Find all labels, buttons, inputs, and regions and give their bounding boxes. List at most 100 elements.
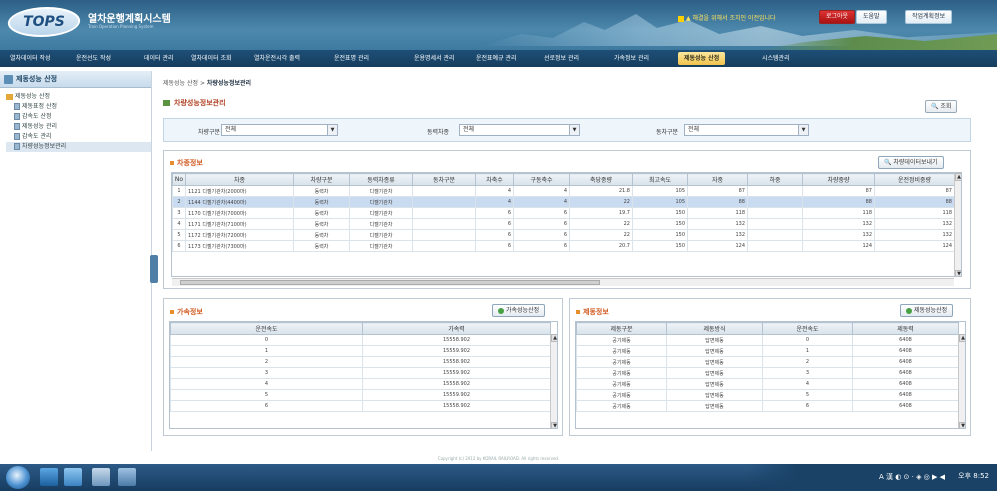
app-taskbar-icon[interactable]: [118, 468, 136, 486]
column-header[interactable]: 차축수: [475, 173, 514, 186]
sidebar-collapse-handle[interactable]: [150, 255, 158, 283]
table-row[interactable]: 0 15558.902: [170, 334, 551, 346]
column-header[interactable]: 운전속도: [170, 322, 363, 335]
sidebar-title: 제동성능 산정: [16, 75, 58, 83]
start-button[interactable]: [6, 466, 30, 489]
table-cell: 1171 디젤기관차(7100마): [185, 218, 294, 230]
table-row[interactable]: 1 15559.902: [170, 345, 551, 357]
table-cell: 4: [475, 185, 514, 197]
power-type-select[interactable]: 전체 ▼: [459, 124, 580, 136]
nav-item[interactable]: 데이터 관리: [138, 52, 180, 65]
table-row[interactable]: 2 1144 디젤기관차(4400마) 동력차 디젤기관차 4 4 22 105 88 88 88: [172, 196, 955, 208]
tree-item[interactable]: 제동성능 산정: [6, 92, 151, 102]
bullet-icon: [170, 161, 174, 165]
workplan-button[interactable]: 작업계획정보: [905, 10, 953, 24]
help-button[interactable]: 도움말: [856, 10, 887, 24]
nav-item[interactable]: 운전표명 관리: [328, 52, 375, 65]
table-row[interactable]: 공기제동 답면제동 1 6408: [576, 345, 959, 357]
tree-item[interactable]: 감속도 산정: [6, 112, 151, 122]
explorer-icon[interactable]: [64, 468, 82, 486]
table-row[interactable]: 공기제동 답면제동 0 6408: [576, 334, 959, 346]
scroll-down-icon[interactable]: ▼: [955, 270, 961, 276]
nav-item[interactable]: 운전선도 작성: [70, 52, 117, 65]
column-header[interactable]: 제동방식: [666, 322, 763, 335]
column-header[interactable]: 차량중량: [802, 173, 875, 186]
vehicle-type-select[interactable]: 전체 ▼: [221, 124, 338, 136]
vehicle-vscrollbar[interactable]: ▲ ▼: [954, 173, 961, 276]
scroll-down-icon[interactable]: ▼: [551, 422, 557, 428]
window-icon[interactable]: [92, 468, 110, 486]
tree-item[interactable]: 제동성능 관리: [6, 122, 151, 132]
vehicle-export-button[interactable]: 🔍 차량데이터보내기: [878, 156, 944, 169]
nav-item[interactable]: 가속정보 관리: [608, 52, 655, 65]
document-icon: [14, 123, 20, 130]
column-header[interactable]: 차종: [185, 173, 294, 186]
column-header[interactable]: 동차구분: [412, 173, 476, 186]
ie-icon[interactable]: [40, 468, 58, 486]
vehicle-export-label: 차량데이터보내기: [893, 159, 938, 166]
scroll-up-icon[interactable]: ▲: [955, 173, 961, 181]
brake-calc-button[interactable]: 제동성능산정: [900, 304, 954, 317]
table-cell: [412, 240, 476, 252]
column-header[interactable]: 제동구분: [576, 322, 667, 335]
table-row[interactable]: 공기제동 답면제동 6 6408: [576, 400, 959, 412]
nav-item[interactable]: 시스템관리: [756, 52, 796, 65]
table-row[interactable]: 공기제동 답면제동 5 6408: [576, 389, 959, 401]
column-header[interactable]: No: [172, 173, 186, 186]
column-header[interactable]: 운전정비중량: [874, 173, 955, 186]
tree-item[interactable]: 차량성능정보관리: [6, 142, 151, 152]
table-row[interactable]: 5 15559.902: [170, 389, 551, 401]
scroll-down-icon[interactable]: ▼: [959, 422, 965, 428]
column-header[interactable]: 축당중량: [569, 173, 633, 186]
table-row[interactable]: 공기제동 답면제동 2 6408: [576, 356, 959, 368]
column-header[interactable]: 최고속도: [632, 173, 688, 186]
logout-button[interactable]: 로그아웃: [819, 10, 856, 24]
table-row[interactable]: 공기제동 답면제동 4 6408: [576, 378, 959, 390]
nav-item[interactable]: 열차데이터 조회: [185, 52, 238, 65]
table-cell: 2: [172, 196, 186, 208]
table-cell: 답면제동: [666, 367, 763, 379]
nav-item[interactable]: 열차데이터 작성: [4, 52, 57, 65]
vehicle-hscrollbar[interactable]: [172, 278, 954, 286]
nav-item[interactable]: 선로정보 관리: [538, 52, 585, 65]
scroll-up-icon[interactable]: ▲: [551, 334, 557, 342]
table-cell: 동력차: [293, 240, 350, 252]
table-row[interactable]: 3 15559.902: [170, 367, 551, 379]
table-row[interactable]: 4 15558.902: [170, 378, 551, 390]
accel-calc-button[interactable]: 가속성능산정: [492, 304, 546, 317]
table-row[interactable]: 6 1173 디젤기관차(7300마) 동력차 디젤기관차 6 6 20.7 150 124 12…: [172, 240, 955, 252]
hscroll-thumb[interactable]: [180, 280, 600, 285]
table-row[interactable]: 2 15558.902: [170, 356, 551, 368]
column-header[interactable]: 동력차종류: [349, 173, 413, 186]
tree-item[interactable]: 감속도 관리: [6, 132, 151, 142]
car-type-select[interactable]: 전체 ▼: [684, 124, 809, 136]
table-row[interactable]: 4 1171 디젤기관차(7100마) 동력차 디젤기관차 6 6 22 150 132 132 1…: [172, 218, 955, 230]
tray-icons[interactable]: A 漢 ◐ ⊙ · ◈ ◎ ▶ ◀: [879, 472, 945, 482]
nav-item[interactable]: 열차운전시각 출력: [248, 52, 306, 65]
breadcrumb-root[interactable]: 제동성능 산정: [163, 80, 198, 87]
table-row[interactable]: 공기제동 답면제동 3 6408: [576, 367, 959, 379]
column-header[interactable]: 하중: [747, 173, 803, 186]
nav-item[interactable]: 제동성능 산정: [678, 52, 726, 65]
table-cell: 105: [632, 196, 688, 208]
table-row[interactable]: 1 1121 디젤기관차(2000마) 동력차 디젤기관차 4 4 21.8 105 87 87 8…: [172, 185, 955, 197]
column-header[interactable]: 가속력: [362, 322, 551, 335]
nav-item[interactable]: 운전표예규 관리: [470, 52, 523, 65]
accel-calc-label: 가속성능산정: [506, 307, 540, 314]
filter-bar: 차량구분 전체 ▼ 동력차종 전체 ▼ 동차구분 전체 ▼: [163, 118, 971, 142]
table-row[interactable]: 6 15558.902: [170, 400, 551, 412]
column-header[interactable]: 구동축수: [513, 173, 570, 186]
nav-item[interactable]: 운용명세서 관리: [408, 52, 461, 65]
tree-item[interactable]: 제동표정 산정: [6, 102, 151, 112]
table-row[interactable]: 3 1170 디젤기관차(7000마) 동력차 디젤기관차 6 6 19.7 150 118 11…: [172, 207, 955, 219]
tree-item-label: 감속도 산정: [22, 113, 52, 120]
brake-vscrollbar[interactable]: ▲ ▼: [958, 334, 965, 428]
column-header[interactable]: 차량구분: [293, 173, 350, 186]
accel-vscrollbar[interactable]: ▲ ▼: [550, 334, 557, 428]
column-header[interactable]: 제동력: [852, 322, 959, 335]
search-button[interactable]: 🔍 조회: [925, 100, 958, 113]
scroll-up-icon[interactable]: ▲: [959, 334, 965, 342]
table-row[interactable]: 5 1172 디젤기관차(7200마) 동력차 디젤기관차 6 6 22 150 132 132 1…: [172, 229, 955, 241]
column-header[interactable]: 자중: [687, 173, 748, 186]
column-header[interactable]: 운전속도: [762, 322, 853, 335]
